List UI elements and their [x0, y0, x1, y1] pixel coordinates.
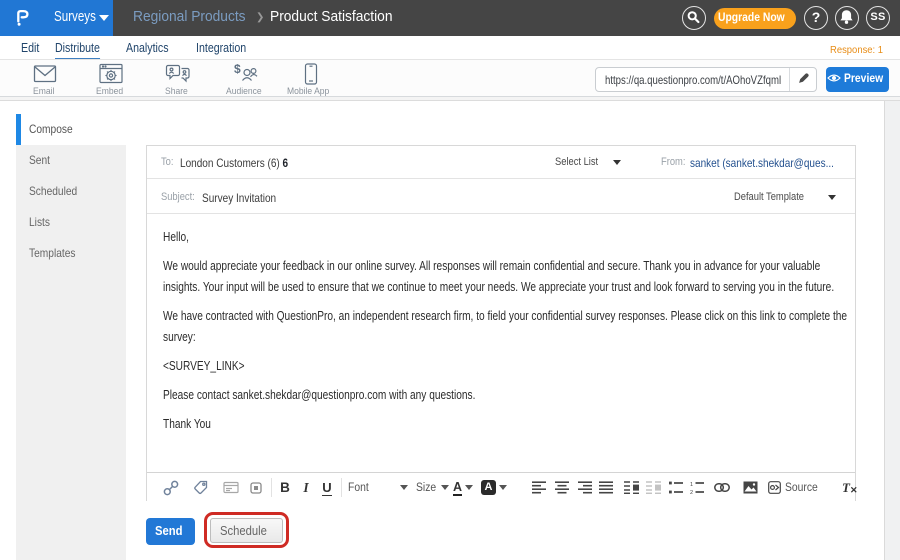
svg-text:2: 2: [690, 490, 693, 494]
svg-text:$: $: [234, 63, 241, 76]
svg-text:1: 1: [690, 482, 693, 488]
